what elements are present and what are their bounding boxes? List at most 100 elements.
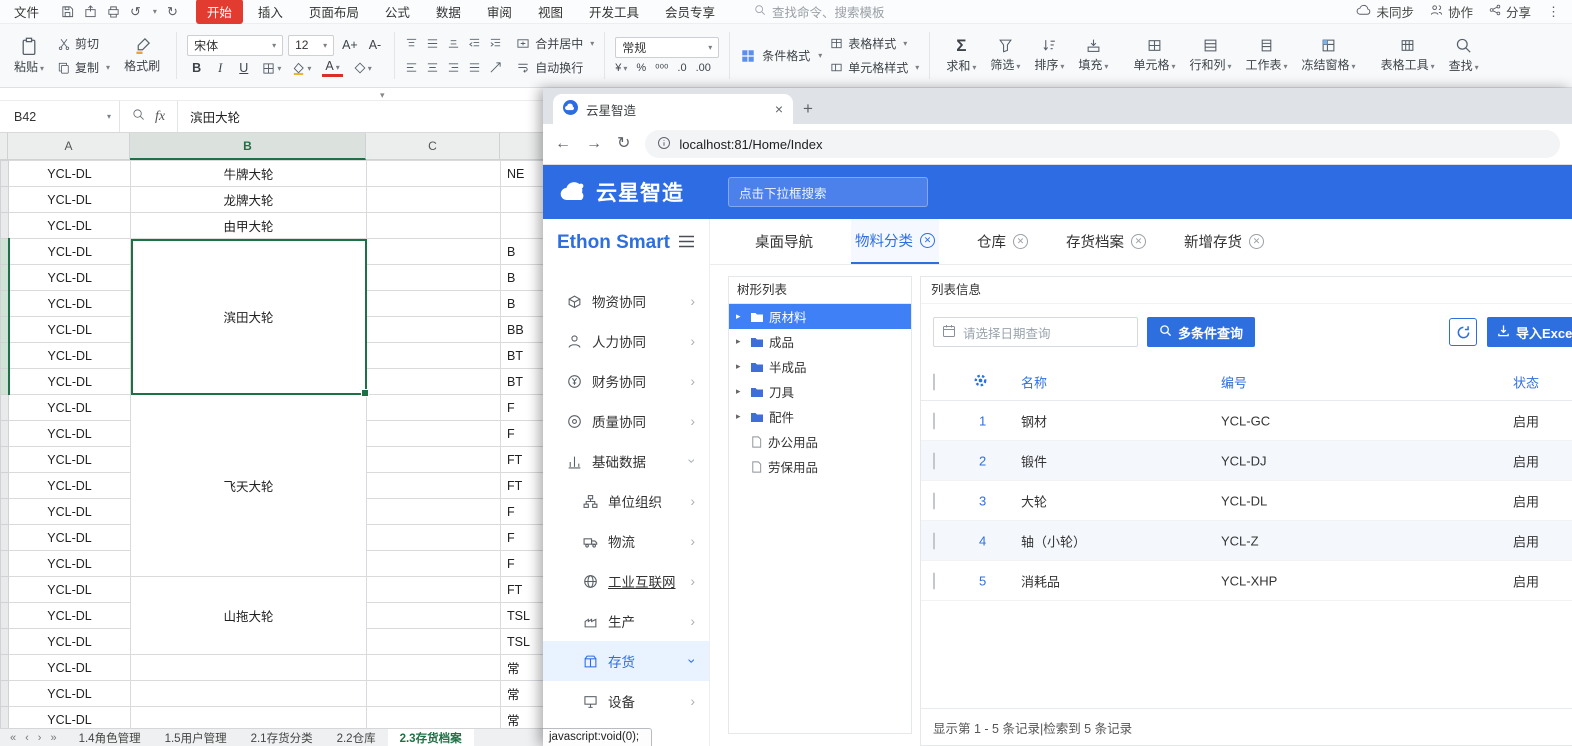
cell[interactable] <box>367 369 501 395</box>
tab-material-category[interactable]: 物料分类 ✕ <box>851 219 939 264</box>
cell[interactable]: YCL-DL <box>9 499 131 525</box>
fill-color-button[interactable]: ▾ <box>292 62 311 75</box>
hamburger-icon[interactable] <box>678 235 695 251</box>
cell[interactable] <box>367 603 501 629</box>
cell[interactable] <box>367 681 501 707</box>
sidebar-item-hr-collab[interactable]: 人力协同› <box>543 321 709 361</box>
last-sheet-icon[interactable]: » <box>50 732 56 744</box>
cell[interactable]: YCL-DL <box>9 421 131 447</box>
cell[interactable] <box>367 473 501 499</box>
more-menu-icon[interactable]: ⋮ <box>1547 4 1560 20</box>
row-checkbox[interactable] <box>933 492 935 509</box>
number-format-select[interactable]: 常规▾ <box>615 37 719 58</box>
table-row[interactable]: 4 轴（小轮） YCL-Z 启用 <box>921 521 1572 561</box>
caret-icon[interactable]: ▸ <box>736 386 745 397</box>
borders-button[interactable]: ▾ <box>262 62 281 75</box>
rows-columns-button[interactable]: 行和列▾ <box>1183 36 1237 75</box>
percent-icon[interactable]: % <box>636 62 646 74</box>
selected-merged-cell-b42[interactable]: 滨田大轮 <box>131 239 367 395</box>
export-icon[interactable] <box>84 5 97 18</box>
tab-member[interactable]: 会员专享 <box>654 0 726 24</box>
sort-button[interactable]: 排序▾ <box>1028 36 1070 75</box>
close-tab-icon[interactable]: ✕ <box>1013 234 1028 249</box>
sheet-tab[interactable]: 1.5用户管理 <box>153 729 239 746</box>
sidebar-item-finance-collab[interactable]: 财务协同› <box>543 361 709 401</box>
col-header-b[interactable]: B <box>130 133 366 160</box>
cell[interactable]: YCL-DL <box>9 265 131 291</box>
table-row[interactable]: 1 钢材 YCL-GC 启用 <box>921 401 1572 441</box>
tab-inventory-archive[interactable]: 存货档案 ✕ <box>1066 219 1146 264</box>
cell[interactable]: YCL-DL <box>9 161 131 187</box>
info-icon[interactable] <box>657 136 671 153</box>
cells-button[interactable]: 单元格▾ <box>1127 36 1181 75</box>
zoom-search-icon[interactable] <box>132 108 145 126</box>
row-checkbox[interactable] <box>933 572 935 589</box>
cell[interactable]: 龙牌大轮 <box>131 187 367 213</box>
column-header-code[interactable]: 编号 <box>1221 372 1247 391</box>
tab-home[interactable]: 开始 <box>196 0 243 24</box>
sheet-tab[interactable]: 1.4角色管理 <box>67 729 153 746</box>
banner-search-dropdown[interactable]: 点击下拉框搜索 <box>728 177 928 207</box>
underline-button[interactable]: U <box>236 61 251 75</box>
cell[interactable]: YCL-DL <box>9 187 131 213</box>
sheet-tab-active[interactable]: 2.3存货档案 <box>388 729 474 746</box>
col-header-a[interactable]: A <box>8 133 130 160</box>
select-all-corner[interactable] <box>0 133 8 160</box>
increase-font-button[interactable]: A+ <box>339 38 361 52</box>
cell[interactable] <box>367 577 501 603</box>
cell[interactable]: YCL-DL <box>9 473 131 499</box>
cell[interactable] <box>367 551 501 577</box>
cell[interactable]: YCL-DL <box>9 629 131 655</box>
row-checkbox[interactable] <box>933 532 935 549</box>
cell[interactable]: YCL-DL <box>9 395 131 421</box>
tree-item-finished-goods[interactable]: ▸ 成品 <box>729 329 911 354</box>
table-style-button[interactable]: 表格样式▾ <box>830 34 919 54</box>
merged-cell[interactable]: 山拖大轮 <box>131 577 367 655</box>
prev-sheet-icon[interactable]: ‹ <box>25 732 29 744</box>
thousands-icon[interactable]: ⁰⁰⁰ <box>655 62 668 75</box>
select-all-checkbox[interactable] <box>933 373 935 390</box>
cell[interactable]: YCL-DL <box>9 369 131 395</box>
paste-button[interactable]: 粘贴▾ <box>8 35 50 77</box>
cell[interactable] <box>367 239 501 265</box>
sidebar-item-inventory[interactable]: 存货› <box>543 641 709 681</box>
sheet-tab[interactable]: 2.2仓库 <box>325 729 388 746</box>
refresh-list-button[interactable] <box>1449 318 1477 346</box>
share-button[interactable]: 分享 <box>1489 2 1531 21</box>
undo-dropdown-icon[interactable]: ▾ <box>153 7 157 16</box>
tab-data[interactable]: 数据 <box>425 0 472 24</box>
tab-view[interactable]: 视图 <box>527 0 574 24</box>
name-box[interactable]: B42▾ <box>0 101 120 132</box>
fill-button[interactable]: 填充▾ <box>1072 36 1114 75</box>
cell[interactable] <box>367 291 501 317</box>
import-excel-button[interactable]: 导入Excel <box>1487 317 1572 347</box>
command-search[interactable]: 查找命令、搜索模板 <box>754 2 885 21</box>
decrease-decimal-icon[interactable]: .0 <box>677 62 686 74</box>
cell[interactable]: 由甲大轮 <box>131 213 367 239</box>
first-sheet-icon[interactable]: « <box>10 732 16 744</box>
close-tab-icon[interactable]: ✕ <box>1249 234 1264 249</box>
cell-shading-button[interactable]: ▾ <box>354 62 372 74</box>
freeze-panes-button[interactable]: 冻结窗格▾ <box>1296 36 1362 75</box>
forward-icon[interactable]: → <box>586 136 602 152</box>
align-top-icon[interactable] <box>405 37 418 50</box>
browser-tab[interactable]: 云星智造 × <box>553 94 793 124</box>
redo-icon[interactable]: ↻ <box>167 4 178 20</box>
cell[interactable] <box>367 187 501 213</box>
caret-icon[interactable]: ▸ <box>736 411 745 422</box>
italic-button[interactable]: I <box>215 61 225 76</box>
align-left-icon[interactable] <box>405 61 418 74</box>
orientation-icon[interactable] <box>489 61 502 74</box>
cell[interactable]: YCL-DL <box>9 551 131 577</box>
increase-indent-icon[interactable] <box>489 37 502 50</box>
fx-icon[interactable]: fx <box>155 109 165 125</box>
tab-developer[interactable]: 开发工具 <box>578 0 650 24</box>
decrease-indent-icon[interactable] <box>468 37 481 50</box>
font-family-select[interactable]: 宋体▾ <box>187 35 283 56</box>
align-bottom-icon[interactable] <box>447 37 460 50</box>
close-tab-icon[interactable]: ✕ <box>920 233 935 248</box>
cell[interactable] <box>367 447 501 473</box>
back-icon[interactable]: ← <box>555 136 571 152</box>
file-menu[interactable]: 文件 <box>0 2 49 21</box>
sidebar-item-material-collab[interactable]: 物资协同› <box>543 281 709 321</box>
